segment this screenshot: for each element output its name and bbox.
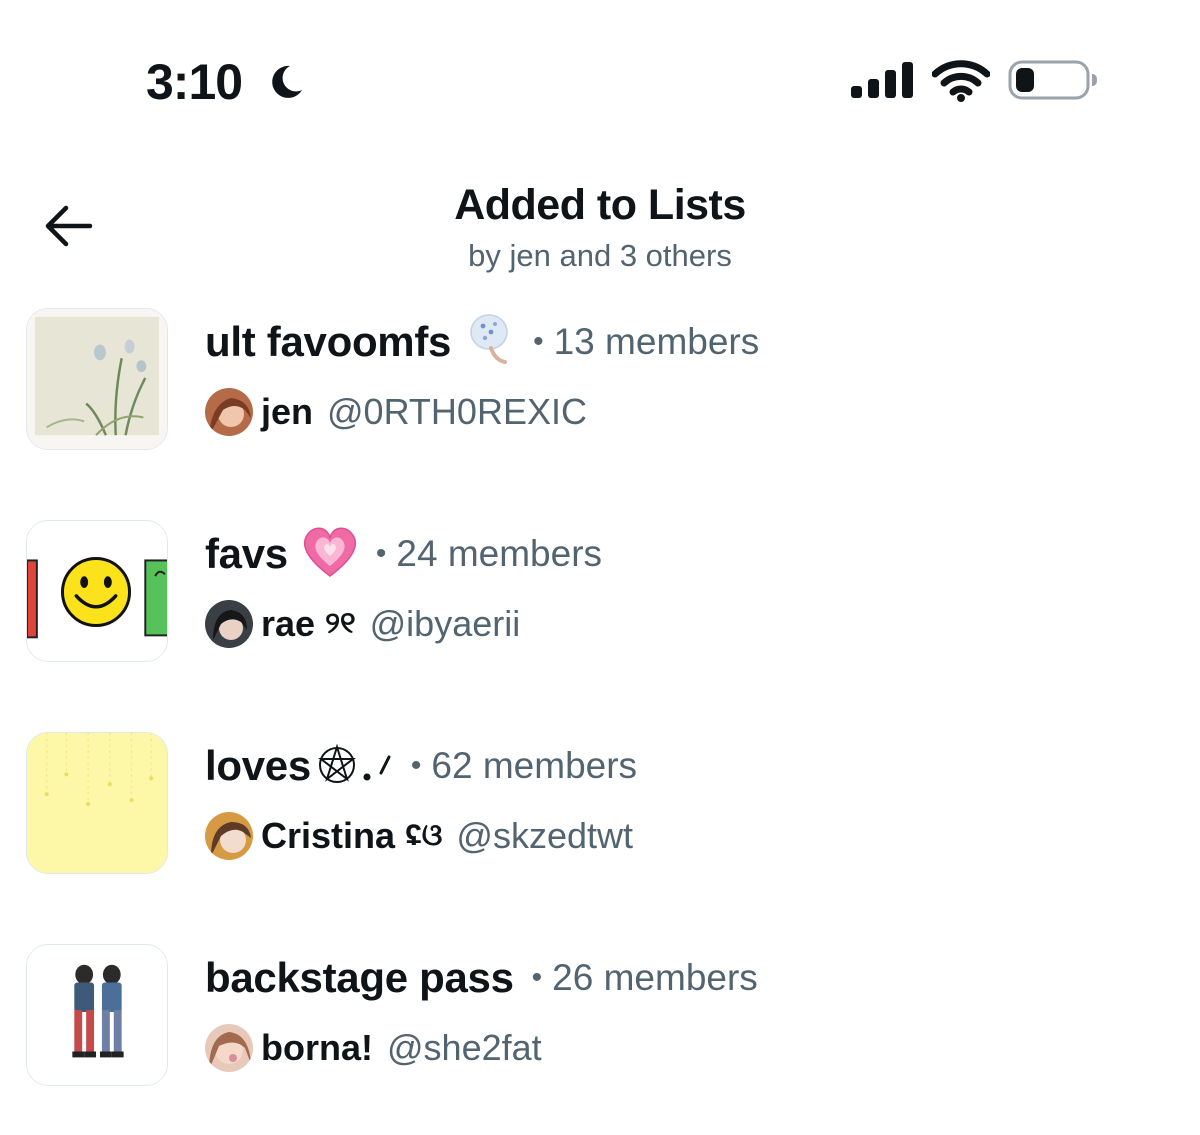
list-name: ult favoomfs xyxy=(205,318,452,365)
owner-decoration: ʢଓ xyxy=(405,819,443,852)
pentagram-sparkle-icon xyxy=(315,739,405,794)
back-button[interactable] xyxy=(40,200,100,252)
separator-dot: • xyxy=(533,325,544,358)
member-count: 24 members xyxy=(396,533,603,574)
avatar xyxy=(205,388,253,436)
list-item[interactable]: favs • 24 members rae ୨୧ @ibyaerii xyxy=(0,520,1200,680)
avatar xyxy=(205,1024,253,1072)
list-thumbnail xyxy=(26,732,168,874)
moon-icon xyxy=(266,62,306,102)
battery-icon xyxy=(1008,58,1098,102)
list-item[interactable]: ult favoomfs • 13 members jen @0RTH0REXI… xyxy=(0,308,1200,468)
status-bar: 3:10 xyxy=(0,0,1200,160)
list-name: backstage pass xyxy=(205,954,514,1001)
list-title-line: favs • 24 members xyxy=(205,524,602,584)
owner-name: borna! xyxy=(261,1027,373,1068)
growing-heart-icon xyxy=(302,526,358,583)
list-owner: borna! @she2fat xyxy=(205,1022,542,1074)
list-owner: jen @0RTH0REXIC xyxy=(205,386,587,438)
member-count: 26 members xyxy=(552,957,758,998)
list-thumbnail xyxy=(26,944,168,1086)
list-name: loves xyxy=(205,742,311,789)
owner-name: jen xyxy=(261,391,314,432)
hand-fan-sticker-icon xyxy=(465,312,515,373)
arrow-left-icon xyxy=(45,205,93,247)
list-item[interactable]: loves • 62 members Cristina ʢଓ @skzedtwt xyxy=(0,732,1200,892)
avatar xyxy=(205,812,253,860)
member-count: 62 members xyxy=(431,745,638,786)
list-thumbnail xyxy=(26,520,168,662)
owner-handle: @skzedtwt xyxy=(456,815,633,856)
owner-handle: @ibyaerii xyxy=(369,603,521,644)
owner-handle: @she2fat xyxy=(387,1027,542,1068)
list-title-line: ult favoomfs • 13 members xyxy=(205,312,759,372)
list-title-line: backstage pass • 26 members xyxy=(205,948,758,1008)
cellular-signal-icon xyxy=(851,60,915,100)
separator-dot: • xyxy=(410,749,422,782)
avatar xyxy=(205,600,253,648)
separator-dot: • xyxy=(375,537,387,570)
list-item[interactable]: backstage pass • 26 members borna! @she2… xyxy=(0,944,1200,1104)
list-owner: rae ୨୧ @ibyaerii xyxy=(205,598,520,650)
page-subtitle: by jen and 3 others xyxy=(468,238,732,273)
list-title-line: loves • 62 members xyxy=(205,736,637,796)
owner-name: rae xyxy=(261,603,316,644)
separator-dot: • xyxy=(531,961,543,994)
owner-decoration: ୨୧ xyxy=(325,607,356,640)
member-count: 13 members xyxy=(553,321,760,362)
status-time: 3:10 xyxy=(146,54,243,110)
owner-name: Cristina xyxy=(261,815,396,856)
list-owner: Cristina ʢଓ @skzedtwt xyxy=(205,810,633,862)
owner-handle: @0RTH0REXIC xyxy=(327,391,587,432)
page-title: Added to Lists xyxy=(454,181,746,229)
list-name: favs xyxy=(205,530,288,577)
list-thumbnail xyxy=(26,308,168,450)
wifi-icon xyxy=(931,60,991,102)
